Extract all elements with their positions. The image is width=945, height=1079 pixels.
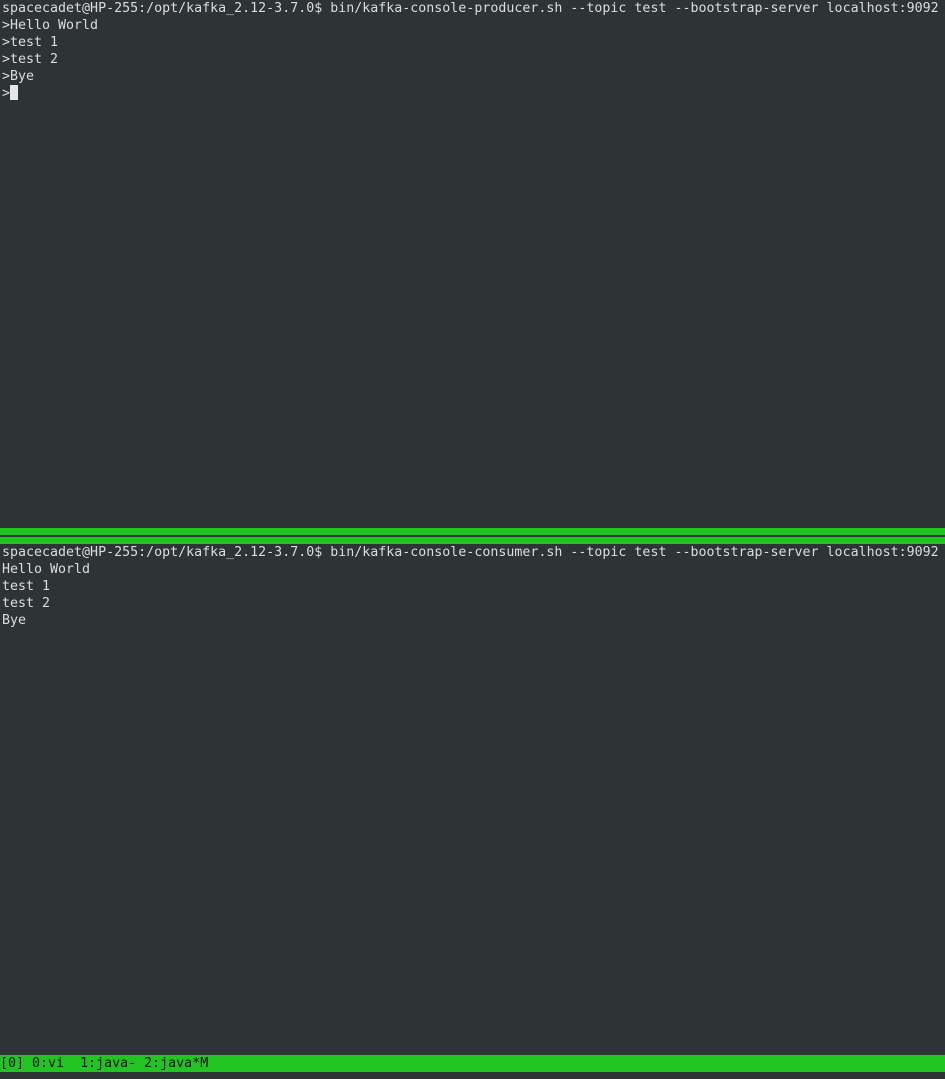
consumer-command-line: spacecadet@HP-255:/opt/kafka_2.12-3.7.0$… bbox=[2, 545, 939, 560]
pane-divider[interactable] bbox=[0, 537, 945, 544]
consumer-output-line: Hello World bbox=[2, 562, 91, 577]
producer-prompt: > bbox=[2, 86, 11, 101]
consumer-output-line: test 2 bbox=[2, 596, 51, 611]
producer-command-line: spacecadet@HP-255:/opt/kafka_2.12-3.7.0$… bbox=[2, 1, 939, 16]
consumer-pane[interactable]: spacecadet@HP-255:/opt/kafka_2.12-3.7.0$… bbox=[0, 544, 945, 1054]
tmux-window-2[interactable]: 2:java*M bbox=[144, 1056, 208, 1071]
terminal-cursor bbox=[10, 85, 19, 100]
producer-output-line: >Hello World bbox=[2, 18, 99, 33]
producer-output-line: >test 1 bbox=[2, 35, 59, 50]
tmux-window-0[interactable]: 0:vi bbox=[32, 1056, 64, 1071]
producer-input-line[interactable]: > bbox=[0, 85, 945, 102]
tmux-session-name[interactable]: [0] bbox=[0, 1056, 24, 1071]
consumer-output-line: Bye bbox=[2, 613, 27, 628]
producer-pane[interactable]: spacecadet@HP-255:/opt/kafka_2.12-3.7.0$… bbox=[0, 0, 945, 527]
tmux-status-bar: [0] 0:vi 1:java- 2:java*M bbox=[0, 1055, 945, 1072]
consumer-output-line: test 1 bbox=[2, 579, 51, 594]
producer-output-line: >test 2 bbox=[2, 52, 59, 67]
tmux-window-1[interactable]: 1:java- bbox=[80, 1056, 136, 1071]
pane-divider[interactable] bbox=[0, 528, 945, 535]
producer-output-line: >Bye bbox=[2, 69, 35, 84]
